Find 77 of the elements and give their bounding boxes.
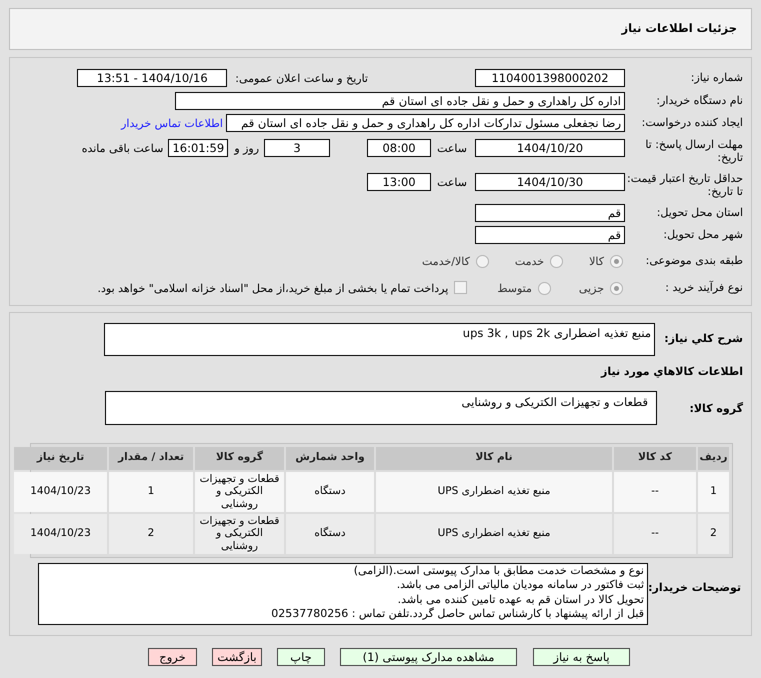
option-label: کالا: [589, 254, 604, 270]
table-cell: 2: [109, 514, 193, 554]
column-header: نام کالا: [376, 446, 612, 470]
column-header: ردیف: [698, 446, 729, 470]
field-label: گروه کالا:: [688, 401, 743, 418]
table-cell: دستگاه: [286, 514, 374, 554]
table-cell: --: [614, 472, 696, 512]
text-area[interactable]: قطعات و تجهیزات الکتریکی و روشنایی: [105, 390, 657, 424]
field-label: مهلت ارسال پاسخ: تا تاریخ:: [644, 137, 743, 164]
remaining-label: ساعت باقی مانده: [82, 141, 164, 157]
field-label: نام دستگاه خریدار:: [655, 92, 743, 106]
text-field[interactable]: 1404/10/16 - 13:51: [77, 69, 228, 87]
option-label: متوسط: [497, 280, 532, 297]
action-button[interactable]: پاسخ به نیاز: [533, 648, 630, 666]
field-label: نوع فرآیند خرید :: [664, 280, 743, 294]
text-line: نوع و مشخصات خدمت مطابق با مدارک پیوستی است.(الزامی): [352, 564, 644, 578]
text-field[interactable]: 08:00: [367, 139, 432, 157]
action-button[interactable]: بازگشت: [212, 648, 262, 666]
table-cell: قطعات و تجهیزات الکتریکی و روشنایی: [195, 514, 284, 554]
table-cell: منبع تغذیه اضطراری UPS: [376, 472, 612, 512]
table-cell: 1: [698, 472, 729, 512]
text-field[interactable]: 3: [264, 139, 330, 157]
field-label: شهر محل تحویل:: [662, 227, 743, 241]
table-cell: دستگاه: [286, 472, 374, 512]
column-header: کد کالا: [614, 446, 696, 470]
text-field[interactable]: 1104001398000202: [475, 69, 625, 87]
text-field[interactable]: قم: [475, 226, 625, 244]
field-label: شماره نیاز:: [690, 70, 743, 84]
checkbox-label: پرداخت تمام یا بخشی از مبلغ خرید،از محل "اسناد خزانه اسلامی" خواهد بود.: [98, 280, 448, 297]
table-cell: --: [614, 514, 696, 554]
action-button[interactable]: چاپ: [277, 648, 325, 666]
countdown-field: 16:01:59: [168, 139, 228, 157]
table-cell: 2: [698, 514, 729, 554]
radio-button[interactable]: [538, 282, 551, 294]
text-area[interactable]: [38, 562, 648, 624]
table-cell: 1404/10/23: [14, 514, 107, 554]
text-field[interactable]: 13:00: [367, 173, 432, 191]
field-label: حداقل تاریخ اعتبار قیمت: تا تاریخ:: [626, 171, 743, 198]
field-label: استان محل تحویل:: [656, 205, 743, 219]
table-cell: قطعات و تجهیزات الکتریکی و روشنایی: [195, 472, 284, 512]
page-title: جزئیات اطلاعات نیاز: [621, 20, 737, 38]
text-area[interactable]: منبع تغذیه اضطراری ups 3k , ups 2k: [104, 323, 655, 356]
action-button[interactable]: خروج: [148, 648, 197, 666]
text-field[interactable]: اداره کل راهداری و حمل و نقل جاده ای استان قم: [175, 92, 625, 110]
option-label: کالا/خدمت: [422, 254, 470, 270]
text-field[interactable]: قم: [475, 204, 625, 222]
option-label: جزیی: [578, 280, 604, 297]
text-line: تحویل کالا در استان قم به عهده تامین کننده می باشد.: [396, 592, 644, 607]
action-button[interactable]: مشاهده مدارک پیوستی (1): [340, 648, 517, 666]
column-header: تعداد / مقدار: [109, 446, 193, 470]
table-cell: 1: [109, 472, 193, 512]
column-header: واحد شمارش: [286, 446, 374, 470]
section-heading: اطلاعات کالاهاي مورد نياز: [600, 364, 743, 380]
field-label: تاریخ و ساعت اعلان عمومی:: [235, 71, 368, 87]
field-label: توضیحات خریدار:: [648, 580, 742, 594]
text-field[interactable]: 1404/10/20: [475, 139, 625, 157]
field-label: طبقه بندی موضوعی:: [644, 253, 743, 267]
text-line: ثبت فاکتور در سامانه مودیان مالیاتی الزامی می باشد.: [396, 578, 644, 592]
time-label: ساعت: [437, 175, 467, 191]
checkbox[interactable]: [454, 280, 468, 294]
column-header: تاریخ نیاز: [14, 446, 107, 470]
field-label: ایجاد کننده درخواست:: [640, 114, 743, 128]
option-label: خدمت: [514, 254, 544, 270]
column-header: گروه کالا: [195, 446, 284, 470]
table-cell: منبع تغذیه اضطراری UPS: [376, 514, 612, 554]
field-label: شرح کلي نياز:: [663, 331, 743, 348]
radio-button[interactable]: [550, 255, 564, 268]
radio-button[interactable]: [610, 282, 623, 294]
days-label: روز و: [234, 141, 260, 157]
radio-button[interactable]: [476, 255, 489, 268]
contact-link[interactable]: اطلاعات تماس خریدار: [121, 114, 223, 132]
radio-button[interactable]: [610, 255, 623, 268]
text-field[interactable]: 1404/10/30: [475, 173, 625, 191]
table-cell: 1404/10/23: [14, 472, 107, 512]
time-label: ساعت: [437, 141, 467, 157]
text-field[interactable]: رضا نجفعلی مسئول تدارکات اداره کل راهداری و حمل و نقل جاده ای استان قم: [226, 114, 625, 132]
text-line: قبل از ارائه پیشنهاد با کارشناس تماس حاصل گردد.تلفن تماس : 02537780256: [270, 607, 644, 622]
